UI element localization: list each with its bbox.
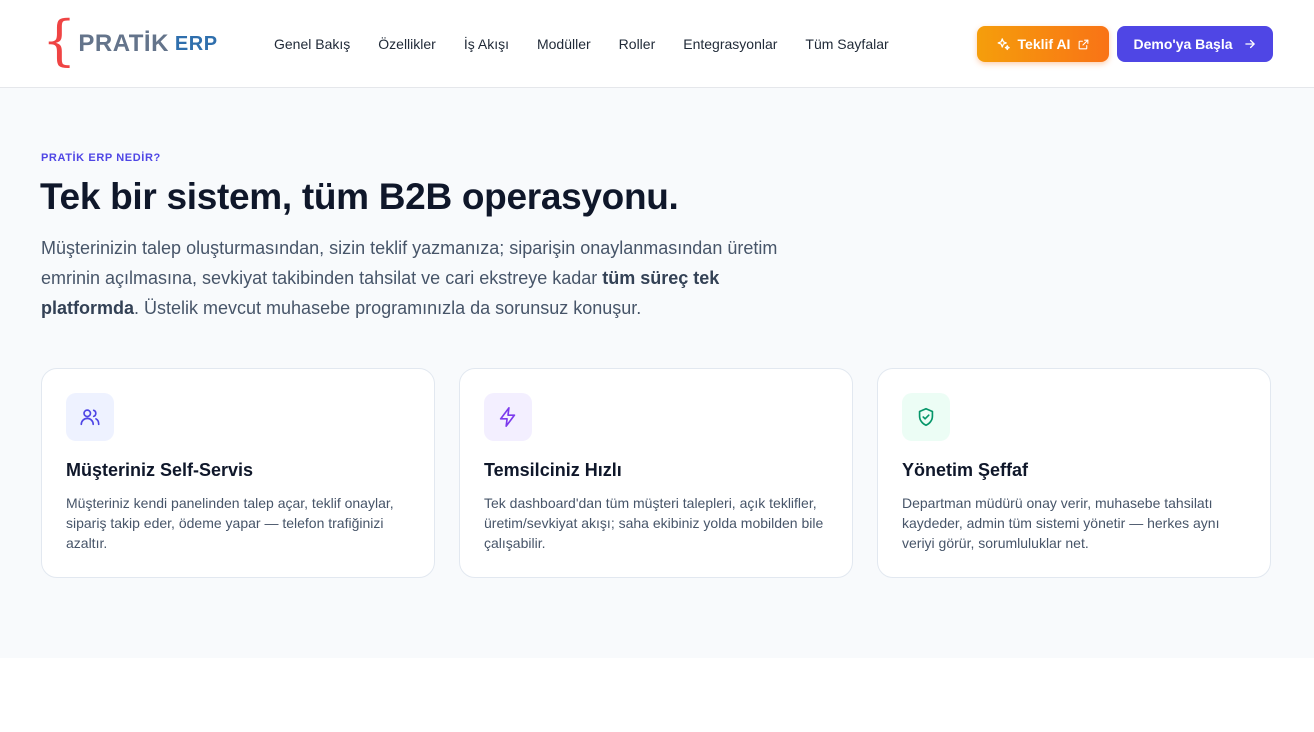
nav-genel-bakis[interactable]: Genel Bakış (274, 34, 350, 54)
nav-is-akisi[interactable]: İş Akışı (464, 34, 509, 54)
nav-entegrasyonlar[interactable]: Entegrasyonlar (683, 34, 777, 54)
feature-card-transparent-management: Yönetim Şeffaf Departman müdürü onay ver… (877, 368, 1271, 578)
lead-text-end: . Üstelik mevcut muhasebe programınızla … (134, 298, 642, 318)
shield-check-icon (902, 393, 950, 441)
section-lead: Müşterinizin talep oluşturmasından, sizi… (41, 233, 801, 323)
logo-word-erp: ERP (174, 32, 218, 55)
card-title: Yönetim Şeffaf (902, 460, 1029, 480)
main-nav: Genel Bakış Özellikler İş Akışı Modüller… (274, 34, 917, 54)
card-text: Tek dashboard'dan tüm müşteri talepleri,… (484, 495, 824, 551)
external-link-icon (1077, 38, 1090, 51)
what-is-section: PRATİK ERP NEDİR? Tek bir sistem, tüm B2… (0, 88, 1314, 658)
card-title: Temsilciniz Hızlı (484, 460, 622, 480)
nav-ozellikler[interactable]: Özellikler (378, 34, 436, 54)
logo-brace: { (42, 9, 77, 72)
section-title: Tek bir sistem, tüm B2B operasyonu. (40, 176, 679, 217)
logo-word-pratik: PRATİK (78, 30, 169, 57)
arrow-right-icon (1243, 37, 1257, 51)
card-text: Departman müdürü onay verir, muhasebe ta… (902, 495, 1220, 551)
nav-moduller[interactable]: Modüller (537, 34, 591, 54)
demo-start-button[interactable]: Demo'ya Başla (1117, 26, 1273, 62)
teklif-ai-button[interactable]: Teklif AI (977, 26, 1109, 62)
lightning-icon (484, 393, 532, 441)
users-icon (66, 393, 114, 441)
card-title: Müşteriniz Self-Servis (66, 460, 254, 480)
feature-cards: Müşteriniz Self-Servis Müşteriniz kendi … (41, 368, 1271, 578)
card-text: Müşteriniz kendi panelinden talep açar, … (66, 495, 394, 551)
site-header: { PRATİK ERP Genel Bakış Özellikler İş A… (0, 0, 1314, 88)
nav-roller[interactable]: Roller (619, 34, 656, 54)
teklif-ai-label: Teklif AI (1017, 36, 1071, 52)
feature-card-self-service: Müşteriniz Self-Servis Müşteriniz kendi … (41, 368, 435, 578)
logo[interactable]: { PRATİK ERP (42, 9, 218, 72)
sparkles-icon (996, 37, 1011, 52)
demo-start-label: Demo'ya Başla (1133, 36, 1233, 52)
nav-tum-sayfalar[interactable]: Tüm Sayfalar (805, 34, 888, 54)
section-eyebrow: PRATİK ERP NEDİR? (41, 152, 161, 164)
feature-card-fast-rep: Temsilciniz Hızlı Tek dashboard'dan tüm … (459, 368, 853, 578)
